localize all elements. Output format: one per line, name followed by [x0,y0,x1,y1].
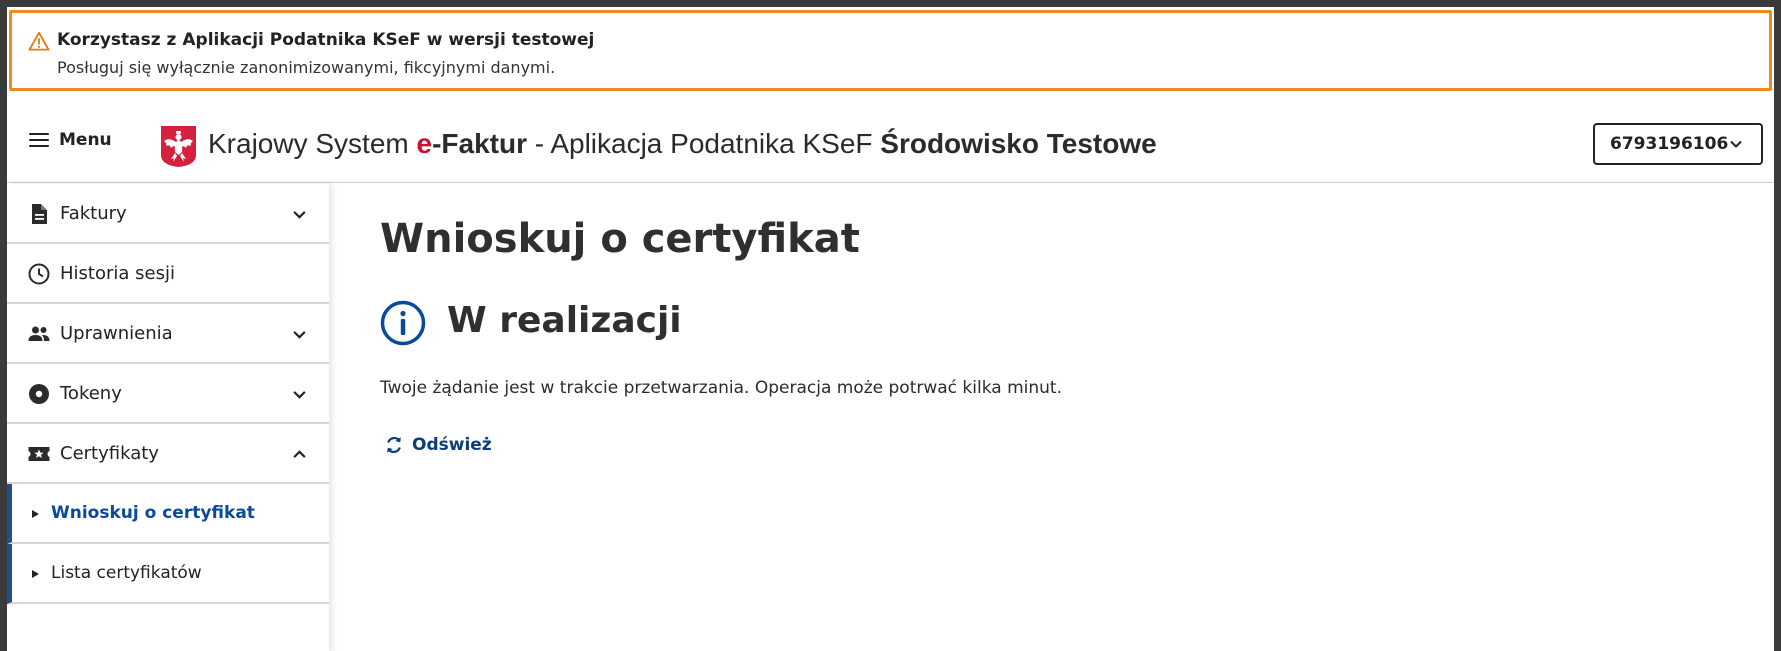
app-title-environment: Środowisko Testowe [880,128,1157,159]
sidebar-subitem-label: Wnioskuj o certyfikat [51,503,255,523]
page-title: Wnioskuj o certyfikat [380,216,860,262]
sidebar-item-label: Historia sesji [60,262,175,284]
refresh-label: Odśwież [412,435,492,455]
app-title: Krajowy System e-Faktur - Aplikacja Poda… [208,128,1157,160]
triangle-right-icon [32,510,39,518]
sidebar-item-label: Faktury [60,202,127,224]
document-icon [32,204,47,224]
sidebar-item-tokeny[interactable]: Tokeny [7,364,329,424]
sidebar-item-uprawnienia[interactable]: Uprawnienia [7,304,329,364]
sidebar-item-certyfikaty[interactable]: Certyfikaty [7,424,329,484]
app-header: Menu Krajowy System e-Faktur - Aplikacja… [7,95,1774,183]
app-title-prefix: Krajowy System [208,128,417,159]
refresh-button[interactable]: Odśwież [384,434,492,456]
chevron-down-icon [1730,140,1742,148]
nip-context-select[interactable]: 6793196106 [1593,123,1763,165]
status-text: Twoje żądanie jest w trakcie przetwarzan… [380,378,1062,398]
warning-icon [28,31,50,51]
app-window: Korzystasz z Aplikacji Podatnika KSeF w … [7,7,1774,651]
nip-value: 6793196106 [1610,134,1729,154]
chevron-down-icon [293,211,306,219]
chevron-up-icon [293,450,306,458]
chevron-down-icon [293,331,306,339]
sidebar: Faktury Historia sesji Uprawnienia Token… [7,184,329,651]
token-icon [29,384,49,404]
test-environment-banner: Korzystasz z Aplikacji Podatnika KSeF w … [9,10,1772,91]
refresh-icon [387,436,401,454]
status-title: W realizacji [447,300,682,341]
sidebar-item-historia-sesji[interactable]: Historia sesji [7,244,329,304]
app-title-brand-e: e [416,128,433,159]
menu-button[interactable]: Menu [29,125,112,155]
app-title-brand-rest: -Faktur [432,128,527,159]
clock-icon [28,263,50,285]
sidebar-subitem-wnioskuj-o-certyfikat[interactable]: Wnioskuj o certyfikat [7,484,329,544]
main-content: Wnioskuj o certyfikat W realizacji Twoje… [380,184,1760,651]
banner-title: Korzystasz z Aplikacji Podatnika KSeF w … [57,30,595,50]
chevron-down-icon [293,391,306,399]
sidebar-subitem-lista-certyfikatow[interactable]: Lista certyfikatów [7,544,329,604]
sidebar-item-label: Uprawnienia [60,322,173,344]
hamburger-icon [29,132,49,148]
polish-eagle-emblem-icon [161,126,196,167]
triangle-right-icon [32,570,39,578]
sidebar-item-faktury[interactable]: Faktury [7,184,329,244]
app-title-middle: - Aplikacja Podatnika KSeF [526,128,881,159]
info-icon [380,300,426,346]
certificate-icon [28,447,50,461]
sidebar-item-label: Tokeny [60,382,122,404]
sidebar-item-label: Certyfikaty [60,442,159,464]
sidebar-subitem-label: Lista certyfikatów [51,563,202,583]
menu-label: Menu [59,130,112,150]
banner-text: Posługuj się wyłącznie zanonimizowanymi,… [57,58,556,77]
people-icon [28,326,50,341]
